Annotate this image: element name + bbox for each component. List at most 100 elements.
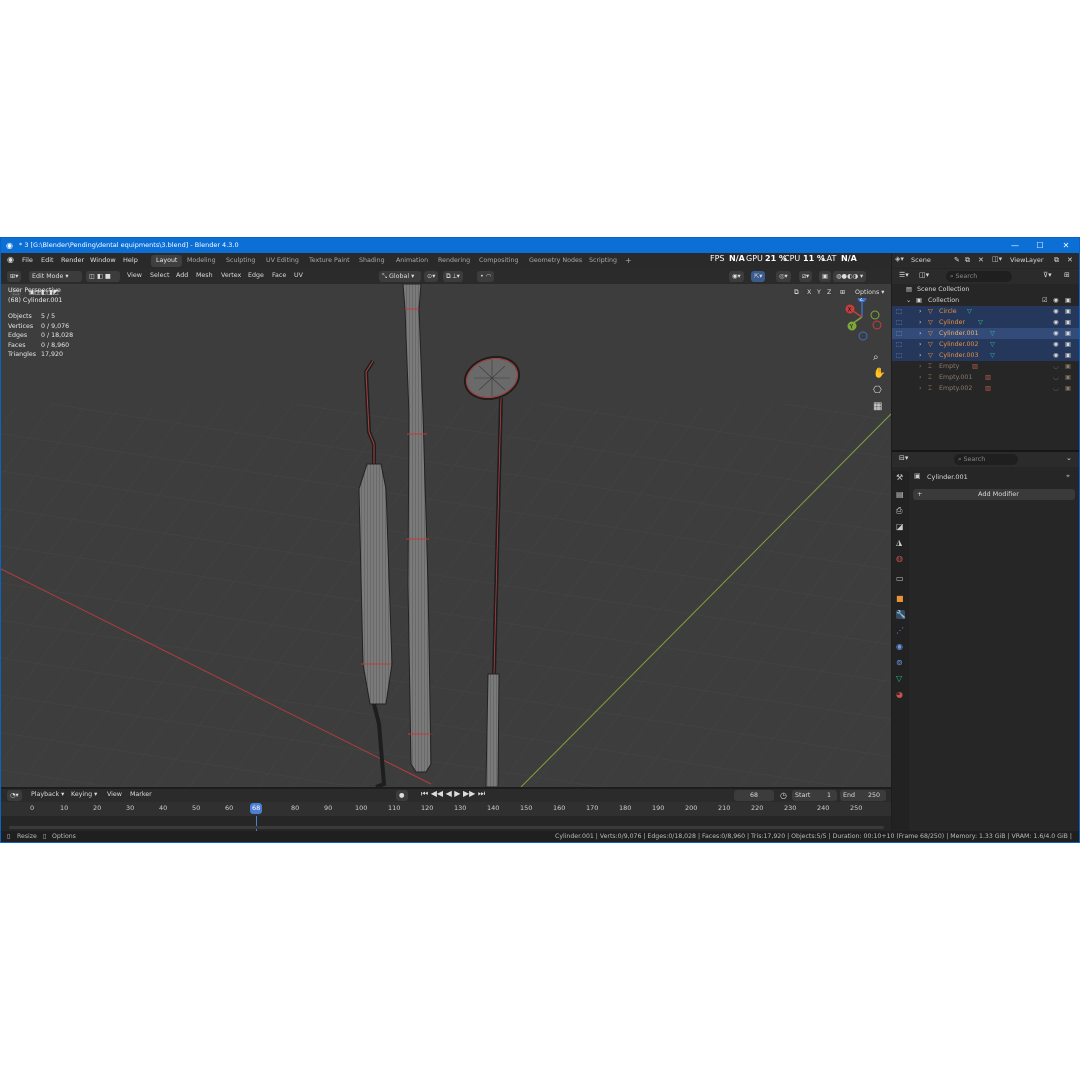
- outliner-item-empty[interactable]: › ⌶ Empty ▨ ◡ ▣: [892, 361, 1079, 372]
- outliner-search-input[interactable]: ⌕ Search: [946, 271, 1012, 282]
- tab-texture-paint[interactable]: Texture Paint: [304, 255, 355, 267]
- current-frame-field[interactable]: 68: [734, 790, 774, 801]
- edit-mode-icon[interactable]: ⬚: [896, 339, 902, 350]
- collection-row[interactable]: ⌄ ▣ Collection ☑ ◉ ▣: [892, 295, 1079, 306]
- scene-name[interactable]: Scene: [911, 256, 931, 264]
- menu-vertex[interactable]: Vertex: [221, 272, 241, 279]
- outliner-item-cylinder-002[interactable]: ⬚ › ▽ Cylinder.002 ▽ ◉ ▣: [892, 339, 1079, 350]
- menu-edge[interactable]: Edge: [248, 272, 264, 279]
- maximize-button[interactable]: ☐: [1028, 238, 1052, 253]
- menu-face[interactable]: Face: [272, 272, 286, 279]
- overlay-toggle-icon[interactable]: ◎▾: [776, 271, 791, 282]
- menu-playback[interactable]: Playback ▾: [31, 791, 64, 798]
- tab-geometry-nodes[interactable]: Geometry Nodes: [524, 255, 587, 267]
- blender-menu-icon[interactable]: ◉: [7, 255, 14, 264]
- mirror-icon[interactable]: ⧉: [791, 287, 800, 298]
- menu-edit[interactable]: Edit: [41, 256, 54, 264]
- menu-add[interactable]: Add: [176, 272, 188, 279]
- shading-modes[interactable]: ◍●◐◑ ▾: [833, 271, 867, 282]
- object-tab-icon[interactable]: ■: [896, 594, 905, 603]
- camera-icon[interactable]: ▣: [1065, 361, 1071, 372]
- tab-sculpting[interactable]: Sculpting: [221, 255, 260, 267]
- camera-icon[interactable]: ▣: [1065, 306, 1071, 317]
- camera-icon[interactable]: ▣: [1065, 295, 1071, 306]
- pin-icon[interactable]: ⌖: [1066, 472, 1070, 481]
- expand-chevron-icon[interactable]: ›: [919, 350, 922, 361]
- 3d-viewport[interactable]: Z Y X ⬚ ▣◫◧◨◩ ⧉ X Y Z ⊞ Options ▾ User P…: [1, 284, 891, 787]
- expand-chevron-icon[interactable]: ›: [919, 361, 922, 372]
- proportional-edit-icon[interactable]: • ◠: [477, 271, 495, 282]
- render-tab-icon[interactable]: ▤: [896, 490, 905, 499]
- close-button[interactable]: ✕: [1054, 238, 1078, 253]
- edit-mode-icon[interactable]: ⬚: [896, 306, 902, 317]
- camera-icon[interactable]: ▣: [1065, 383, 1071, 394]
- camera-icon[interactable]: ▣: [1065, 350, 1071, 361]
- pan-hand-icon[interactable]: ✋: [873, 368, 885, 379]
- view-layer-tab-icon[interactable]: ◪: [896, 522, 905, 531]
- expand-chevron-icon[interactable]: ›: [919, 317, 922, 328]
- new-collection-icon[interactable]: ⊞: [1064, 271, 1070, 279]
- mesh-options-icon[interactable]: ⊞: [837, 287, 849, 298]
- timeline-ruler[interactable]: 0 10 20 30 40 50 60 80 90 100 110 120 13…: [1, 802, 891, 816]
- eye-icon[interactable]: ◉: [1053, 339, 1059, 350]
- data-tab-icon[interactable]: ▽: [896, 674, 905, 683]
- camera-icon[interactable]: ▣: [1065, 339, 1071, 350]
- editor-type-button[interactable]: ⊞▾: [7, 271, 22, 282]
- outliner-item-cylinder[interactable]: ⬚ › ▽ Cylinder ▽ ◉ ▣: [892, 317, 1079, 328]
- scene-tab-icon[interactable]: ◮: [896, 538, 905, 547]
- collection-tab-icon[interactable]: ▭: [896, 574, 905, 583]
- menu-render[interactable]: Render: [61, 256, 84, 264]
- collection-chevron-icon[interactable]: ⌄: [906, 295, 911, 306]
- end-frame-field[interactable]: End 250: [840, 790, 886, 801]
- physics-tab-icon[interactable]: ◉: [896, 642, 905, 651]
- playhead-frame-badge[interactable]: 68: [250, 803, 263, 814]
- edit-mode-icon[interactable]: ⬚: [896, 328, 902, 339]
- camera-icon[interactable]: ▣: [1065, 372, 1071, 383]
- menu-select[interactable]: Select: [150, 272, 169, 279]
- menu-marker[interactable]: Marker: [130, 791, 152, 798]
- tab-animation[interactable]: Animation: [391, 255, 433, 267]
- eye-icon[interactable]: ◉: [1053, 350, 1059, 361]
- new-view-layer-icon[interactable]: ⧉: [1054, 256, 1059, 265]
- clock-icon[interactable]: ◷: [780, 791, 787, 800]
- outliner-item-empty-002[interactable]: › ⌶ Empty.002 ▨ ◡ ▣: [892, 383, 1079, 394]
- expand-chevron-icon[interactable]: ›: [919, 383, 922, 394]
- tab-rendering[interactable]: Rendering: [433, 255, 475, 267]
- mirror-z-toggle[interactable]: Z: [824, 287, 835, 298]
- menu-help[interactable]: Help: [123, 256, 138, 264]
- hidden-eye-icon[interactable]: ◡: [1053, 372, 1059, 383]
- display-mode-icon[interactable]: ◫▾: [919, 271, 929, 279]
- constraints-tab-icon[interactable]: ⊚: [896, 658, 905, 667]
- tab-modeling[interactable]: Modeling: [182, 255, 221, 267]
- mode-dropdown[interactable]: Edit Mode ▾: [29, 271, 82, 282]
- tool-tab-icon[interactable]: ⚒: [896, 473, 905, 482]
- menu-timeline-view[interactable]: View: [107, 791, 122, 798]
- eye-icon[interactable]: ◉: [1053, 317, 1059, 328]
- camera-view-icon[interactable]: ⎔: [873, 385, 882, 396]
- view-layer-name[interactable]: ViewLayer: [1010, 256, 1044, 264]
- menu-keying[interactable]: Keying ▾: [71, 791, 97, 798]
- visibility-icon[interactable]: ◉▾: [729, 271, 744, 282]
- zoom-icon[interactable]: ⌕: [873, 352, 879, 363]
- menu-uv[interactable]: UV: [294, 272, 303, 279]
- add-modifier-button[interactable]: + Add Modifier: [913, 489, 1075, 500]
- transform-orientation-dropdown[interactable]: ⤡ Global ▾: [379, 271, 421, 282]
- delete-scene-icon[interactable]: ✕: [978, 256, 984, 264]
- hidden-eye-icon[interactable]: ◡: [1053, 361, 1059, 372]
- particles-tab-icon[interactable]: ⋰: [896, 626, 905, 635]
- edit-mode-icon[interactable]: ⬚: [896, 317, 902, 328]
- output-tab-icon[interactable]: ⎙: [896, 506, 905, 515]
- scene-icon[interactable]: ◈▾: [895, 255, 904, 263]
- filter-icon[interactable]: ⊽▾: [1043, 271, 1052, 279]
- camera-icon[interactable]: ▣: [1065, 328, 1071, 339]
- mirror-y-toggle[interactable]: Y: [814, 287, 824, 298]
- options-dropdown[interactable]: Options ▾: [852, 287, 888, 298]
- tab-layout[interactable]: Layout: [151, 255, 183, 267]
- start-frame-field[interactable]: Start 1: [792, 790, 837, 801]
- scene-collection-row[interactable]: ▤ Scene Collection: [892, 284, 1079, 295]
- outliner-item-cylinder-001[interactable]: ⬚ › ▽ Cylinder.001 ▽ ◉ ▣: [892, 328, 1079, 339]
- material-tab-icon[interactable]: ◕: [896, 690, 905, 699]
- xray-toggle-icon[interactable]: ▣: [819, 271, 831, 282]
- properties-options-icon[interactable]: ⌄: [1066, 454, 1072, 462]
- menu-file[interactable]: File: [22, 256, 33, 264]
